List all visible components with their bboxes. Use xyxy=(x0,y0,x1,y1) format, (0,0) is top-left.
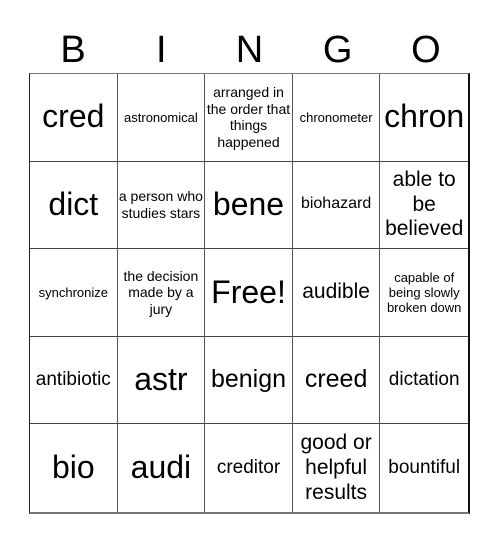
bingo-cell[interactable]: benign xyxy=(205,336,293,425)
bingo-cell[interactable]: chron xyxy=(380,74,468,162)
bingo-cell[interactable]: creed xyxy=(292,336,381,425)
bingo-grid: cred astronomical arranged in the order … xyxy=(29,73,470,514)
header-letter-o: O xyxy=(411,29,441,71)
bingo-cell[interactable]: a person who studies stars xyxy=(117,161,206,250)
bingo-cell[interactable]: astr xyxy=(117,336,206,425)
header-letter-i: I xyxy=(156,29,167,71)
bingo-cell[interactable]: biohazard xyxy=(292,161,381,250)
header-letter-b: B xyxy=(60,29,86,71)
free-space-cell[interactable]: Free! xyxy=(205,249,293,337)
bingo-cell[interactable]: astronomical xyxy=(117,74,206,162)
bingo-cell[interactable]: dictation xyxy=(380,337,468,425)
bingo-cell[interactable]: arranged in the order that things happen… xyxy=(205,74,293,162)
bingo-cell[interactable]: synchronize xyxy=(30,249,118,337)
bingo-cell[interactable]: bountiful xyxy=(380,424,468,512)
bingo-cell[interactable]: chronometer xyxy=(292,74,381,162)
bingo-cell[interactable]: good or helpful results xyxy=(293,424,381,512)
bingo-cell[interactable]: cred xyxy=(30,74,118,162)
header-letter-g: G xyxy=(322,29,353,71)
bingo-cell[interactable]: bene xyxy=(205,161,293,250)
bingo-cell[interactable]: creditor xyxy=(205,424,293,512)
bingo-cell[interactable]: antibiotic xyxy=(30,336,118,425)
bingo-cell[interactable]: capable of being slowly broken down xyxy=(380,249,468,337)
bingo-cell[interactable]: audi xyxy=(118,424,206,512)
bingo-card: B I N G O cred astronomical arranged in … xyxy=(0,0,500,544)
header-letter-n: N xyxy=(235,29,264,71)
bingo-cell[interactable]: the decision made by a jury xyxy=(117,249,206,337)
bingo-cell[interactable]: dict xyxy=(30,161,118,250)
bingo-cell[interactable]: able to be believed xyxy=(380,162,468,250)
bingo-cell[interactable]: audible xyxy=(292,249,381,337)
bingo-header: B I N G O xyxy=(29,28,470,73)
bingo-cell[interactable]: bio xyxy=(30,424,118,512)
